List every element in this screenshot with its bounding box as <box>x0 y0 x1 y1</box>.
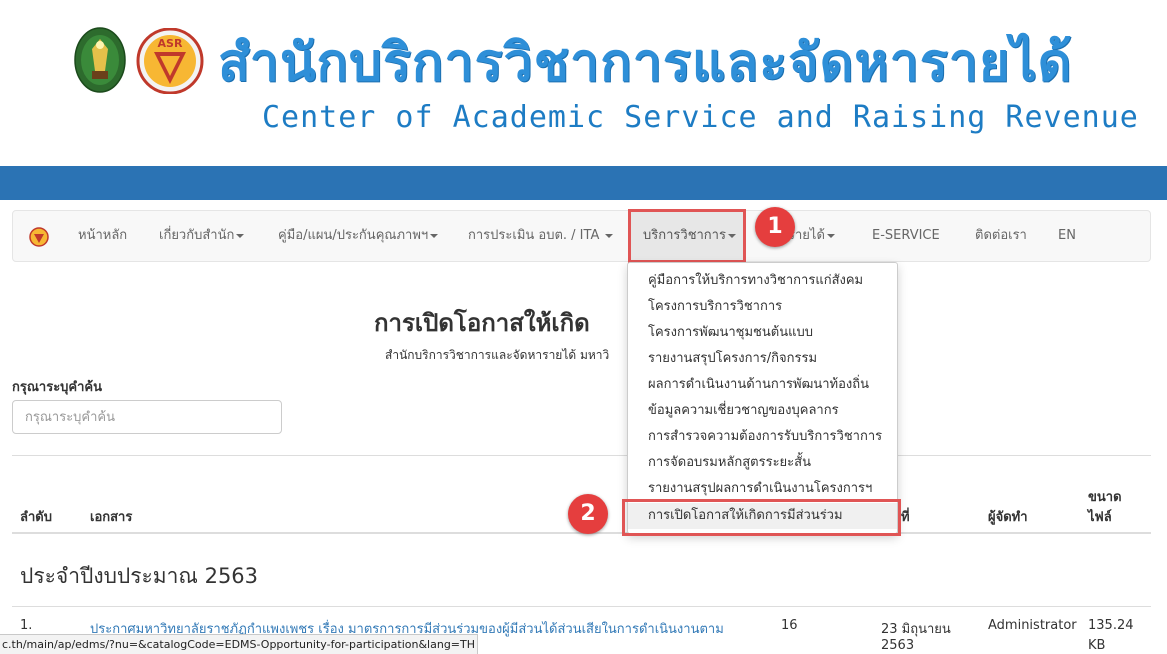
home-logo-icon[interactable] <box>29 227 49 247</box>
header-band <box>0 166 1167 200</box>
row-author: Administrator <box>988 618 1077 633</box>
dropdown-item-project-summary[interactable]: รายงานสรุปโครงการ/กิจกรรม <box>648 346 817 372</box>
column-header-size-line1: ขนาด <box>1088 490 1122 505</box>
page: ASR สำนักบริการวิชาการและจัดหารายได้ Cen… <box>0 0 1167 654</box>
row-date-line2: 2563 <box>881 638 915 653</box>
chevron-down-icon <box>430 233 439 238</box>
page-subtitle: สำนักบริการวิชาการและจัดหารายได้ มหาวิ <box>385 348 610 362</box>
dropdown-item-staff-expertise[interactable]: ข้อมูลความเชี่ยวชาญของบุคลากร <box>648 398 839 424</box>
row-divider <box>12 606 1151 607</box>
column-header-date: ที่ <box>901 510 910 525</box>
asr-logo: ASR <box>136 28 204 94</box>
callout-step-2: 2 <box>568 494 608 534</box>
column-header-author: ผู้จัดทำ <box>988 510 1028 525</box>
fiscal-year-heading: ประจำปีงบประมาณ 2563 <box>20 564 259 588</box>
nav-ita[interactable]: การประเมิน อบต. / ITA <box>468 211 614 261</box>
callout-step-1: 1 <box>755 207 795 247</box>
nav-revenue[interactable]: รายได้ <box>788 211 835 261</box>
column-header-document: เอกสาร <box>90 510 133 525</box>
nav-home[interactable]: หน้าหลัก <box>78 211 127 261</box>
row-date-line1: 23 มิถุนายน <box>881 622 951 637</box>
row-index: 1. <box>20 618 33 633</box>
chevron-down-icon <box>826 233 835 238</box>
main-navbar: หน้าหลัก เกี่ยวกับสำนัก คู่มือ/แผน/ประกั… <box>12 209 1151 263</box>
nav-about[interactable]: เกี่ยวกับสำนัก <box>159 211 245 261</box>
nav-academic-service[interactable]: บริการวิชาการ <box>643 211 736 261</box>
search-input[interactable] <box>12 400 282 434</box>
site-title-thai: สำนักบริการวิชาการและจัดหารายได้ <box>218 33 1073 93</box>
nav-eservice[interactable]: E-SERVICE <box>872 211 940 261</box>
site-header: ASR สำนักบริการวิชาการและจัดหารายได้ Cen… <box>0 0 1167 166</box>
svg-text:ASR: ASR <box>158 37 183 50</box>
browser-status-bar-url: c.th/main/ap/edms/?nu=&catalogCode=EDMS-… <box>0 634 478 654</box>
chevron-down-icon <box>727 233 736 238</box>
nav-contact[interactable]: ติดต่อเรา <box>975 211 1027 261</box>
nav-manuals[interactable]: คู่มือ/แผน/ประกันคุณภาพฯ <box>278 211 439 261</box>
chevron-down-icon <box>236 233 245 238</box>
search-label: กรุณาระบุคำค้น <box>12 380 103 395</box>
column-header-index: ลำดับ <box>20 510 52 525</box>
nav-language-en[interactable]: EN <box>1058 211 1076 261</box>
site-title-english: Center of Academic Service and Raising R… <box>262 100 1139 135</box>
dropdown-item-local-development[interactable]: ผลการดำเนินงานด้านการพัฒนาท้องถิ่น <box>648 372 869 398</box>
dropdown-item-needs-survey[interactable]: การสำรวจความต้องการรับบริการวิชาการ <box>648 424 882 450</box>
row-size-line1: 135.24 <box>1088 618 1134 633</box>
dropdown-item-model-community[interactable]: โครงการพัฒนาชุมชนต้นแบบ <box>648 320 813 346</box>
divider <box>12 455 1151 456</box>
dropdown-item-short-courses[interactable]: การจัดอบรมหลักสูตรระยะสั้น <box>648 450 811 476</box>
chevron-down-icon <box>605 233 614 238</box>
row-size-line2: KB <box>1088 638 1106 653</box>
dropdown-item-service-manual[interactable]: คู่มือการให้บริการทางวิชาการแก่สังคม <box>648 268 863 294</box>
column-header-size-line2: ไฟล์ <box>1088 510 1112 525</box>
dropdown-item-service-projects[interactable]: โครงการบริการวิชาการ <box>648 294 782 320</box>
row-views: 16 <box>781 618 798 633</box>
page-title: การเปิดโอกาสให้เกิด <box>374 309 590 337</box>
participation-item-highlight <box>622 499 901 536</box>
academic-service-dropdown: คู่มือการให้บริการทางวิชาการแก่สังคม โคร… <box>627 262 898 534</box>
university-seal-logo <box>74 27 126 93</box>
